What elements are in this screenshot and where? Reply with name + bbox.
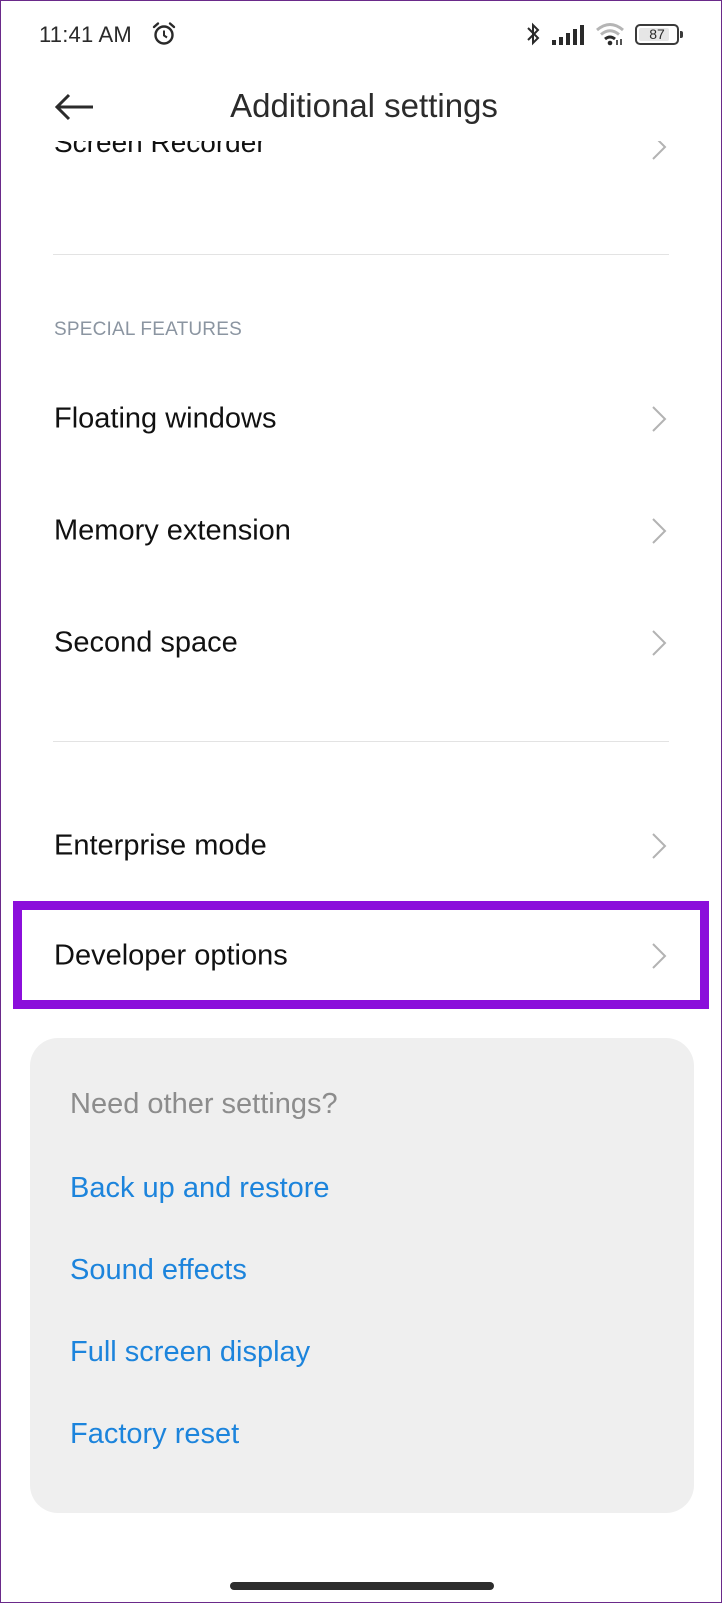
link-full-screen-display[interactable]: Full screen display	[70, 1336, 310, 1369]
settings-item-memory-extension[interactable]: Memory extension	[1, 481, 721, 581]
chevron-right-icon	[652, 630, 667, 656]
other-settings-card: Need other settings? Back up and restore…	[30, 1038, 694, 1513]
chevron-right-icon	[652, 406, 667, 432]
link-sound-effects[interactable]: Sound effects	[70, 1254, 247, 1287]
battery-level: 87	[649, 26, 665, 42]
settings-item-label: Developer options	[54, 939, 288, 972]
app-header: Additional settings	[1, 71, 721, 151]
link-factory-reset[interactable]: Factory reset	[70, 1418, 239, 1451]
link-back-up-and-restore[interactable]: Back up and restore	[70, 1172, 330, 1205]
settings-item-second-space[interactable]: Second space	[1, 593, 721, 693]
status-bar: 11:41 AM 87	[1, 1, 721, 71]
page-title: Additional settings	[230, 87, 498, 124]
alarm-icon	[152, 22, 176, 45]
chevron-right-icon	[652, 943, 667, 969]
chevron-right-icon	[652, 141, 667, 160]
wifi-icon	[596, 23, 624, 46]
section-title-special-features: SPECIAL FEATURES	[54, 319, 242, 340]
settings-item-label: Floating windows	[54, 402, 277, 435]
home-indicator[interactable]	[230, 1582, 494, 1590]
settings-item-floating-windows[interactable]: Floating windows	[1, 369, 721, 469]
settings-item-label: Second space	[54, 626, 238, 659]
signal-icon	[552, 25, 584, 45]
settings-item-label: Screen Recorder	[54, 141, 266, 158]
status-time: 11:41 AM	[39, 22, 132, 47]
divider	[53, 254, 669, 255]
chevron-right-icon	[652, 833, 667, 859]
settings-item-developer-options[interactable]: Developer options	[1, 906, 721, 1006]
settings-item-screen-recorder[interactable]: Screen Recorder	[1, 141, 721, 171]
settings-item-label: Enterprise mode	[54, 829, 267, 862]
chevron-right-icon	[652, 518, 667, 544]
battery-icon: 87	[635, 24, 683, 45]
divider	[53, 741, 669, 742]
card-title: Need other settings?	[70, 1088, 338, 1120]
settings-item-enterprise-mode[interactable]: Enterprise mode	[1, 796, 721, 896]
settings-item-label: Memory extension	[54, 514, 291, 547]
bluetooth-icon	[527, 22, 540, 46]
